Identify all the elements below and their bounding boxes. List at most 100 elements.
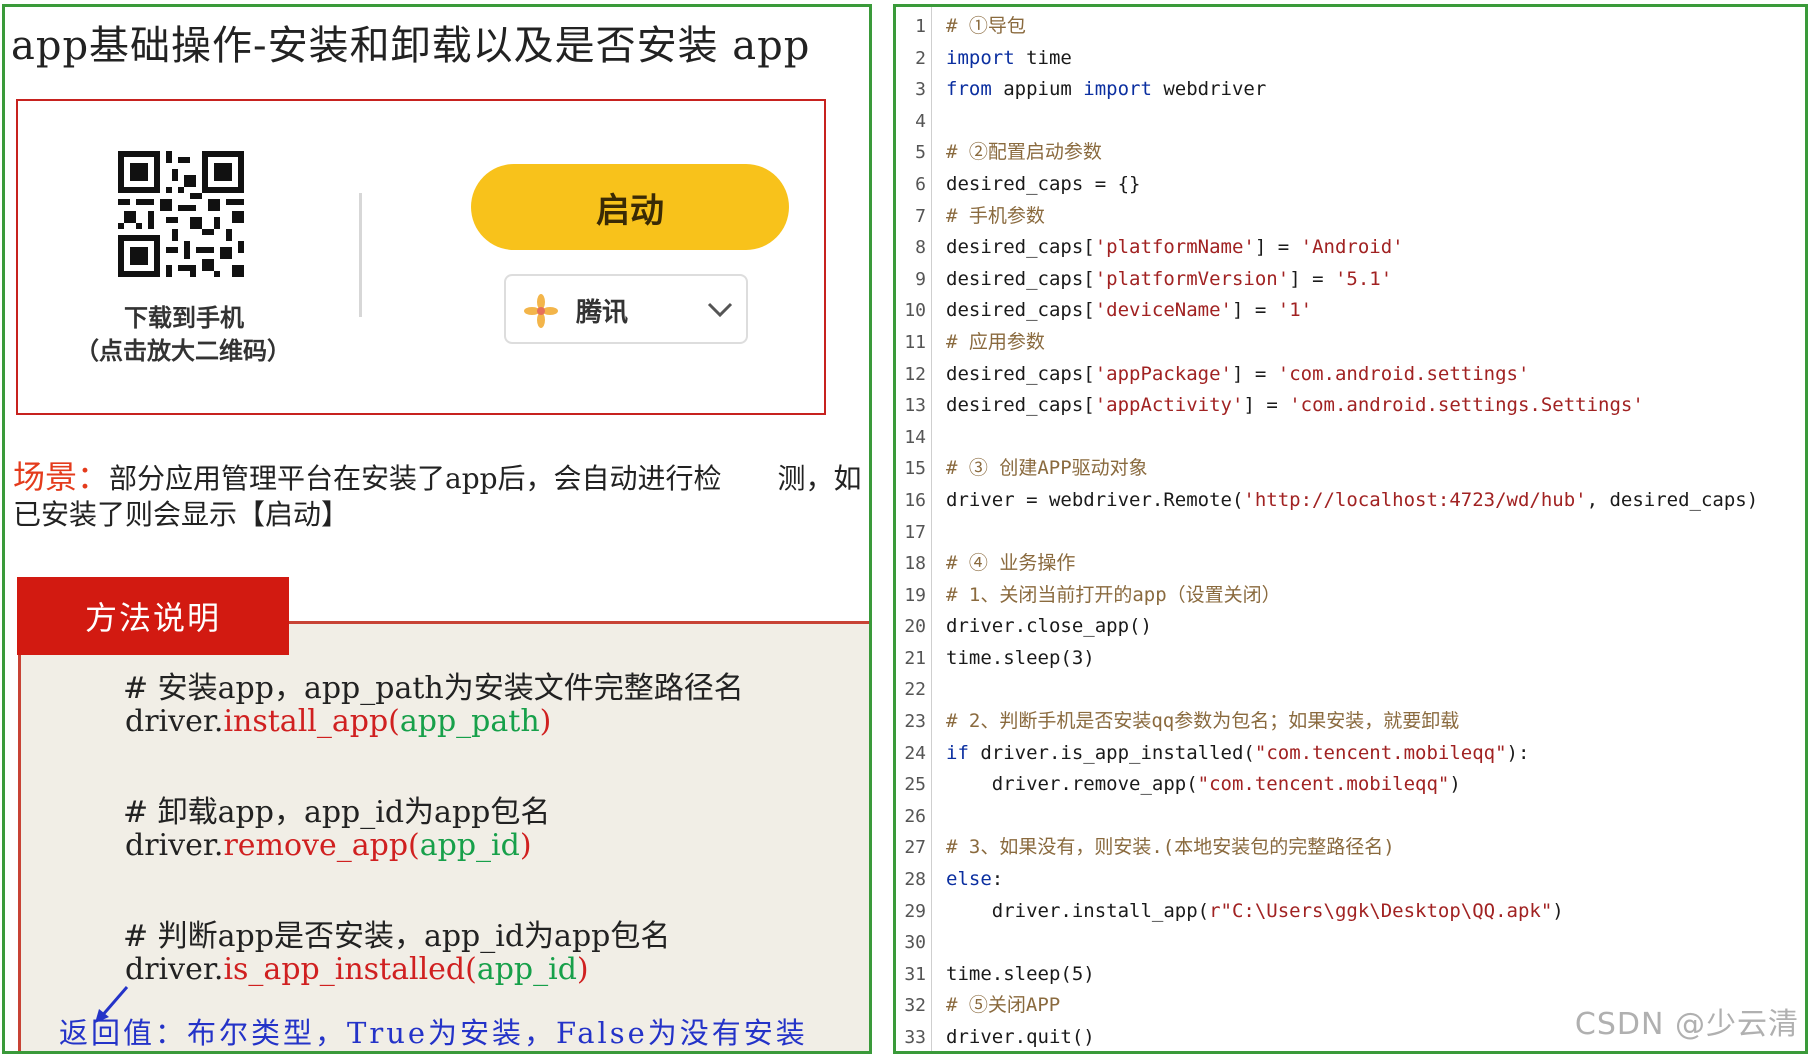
chevron-down-icon — [707, 302, 733, 318]
line-number: 23 — [904, 711, 926, 733]
code-token: driver.install_app( — [946, 899, 1210, 922]
code-text: # 1、关闭当前打开的app（设置关闭） — [946, 583, 1281, 606]
code-token: 'Android' — [1300, 236, 1404, 259]
code-token: : — [991, 868, 1004, 891]
code-token: ) — [1552, 899, 1564, 922]
code-text: driver = webdriver.Remote('http://localh… — [946, 485, 1758, 517]
method-call-installed: driver.is_app_installed(app_id) — [125, 952, 589, 987]
code-text: driver.quit() — [946, 1026, 1095, 1048]
scene-description: 场景：部分应用管理平台在安装了app后，会自动进行检 测，如已安装了则会显示【启… — [13, 458, 869, 533]
code-text: # ②配置启动参数 — [946, 141, 1102, 164]
line-number: 14 — [904, 426, 926, 448]
method-argument: app_path — [399, 704, 540, 739]
slide-panel: app基础操作-安装和卸载以及是否安装 app 下载到手机 （点击放大二维码） … — [2, 4, 872, 1054]
line-number: 29 — [904, 900, 926, 922]
line-number: 22 — [904, 679, 926, 701]
code-text: import time — [946, 43, 1072, 75]
code-text: # 3、如果没有，则安装.(本地安装包的完整路径名) — [946, 836, 1395, 859]
method-close-paren: ) — [519, 828, 532, 863]
method-comment-install: # 安装app，app_path为安装文件完整路径名 — [123, 671, 744, 706]
code-token: "com.tencent.mobileqq" — [1254, 741, 1507, 764]
code-text: driver.install_app(r"C:\Users\ggk\Deskto… — [946, 896, 1564, 928]
card-divider — [359, 193, 362, 317]
method-argument: app_id — [419, 828, 520, 863]
method-function: is_app_installed( — [223, 952, 477, 987]
line-number: 33 — [904, 1027, 926, 1048]
code-token: 'com.android.settings' — [1277, 362, 1530, 385]
code-token: r"C:\Users\ggk\Desktop\QQ.apk" — [1209, 899, 1553, 922]
method-close-paren: ) — [539, 704, 552, 739]
code-token: 'platformName' — [1094, 236, 1255, 259]
code-text: desired_caps['appActivity'] = 'com.andro… — [946, 394, 1644, 417]
code-token: driver.remove_app( — [946, 773, 1198, 796]
line-number: 25 — [904, 774, 926, 796]
code-token: "com.tencent.mobileqq" — [1197, 773, 1450, 796]
method-function: remove_app( — [223, 828, 420, 863]
code-token: if — [946, 741, 969, 764]
method-function: install_app( — [223, 704, 400, 739]
code-text: desired_caps['platformName'] = 'Android' — [946, 236, 1404, 259]
method-comment-installed: # 判断app是否安装，app_id为app包名 — [123, 919, 671, 954]
line-number: 32 — [904, 995, 926, 1017]
line-number: 31 — [904, 963, 926, 985]
line-number: 30 — [904, 932, 926, 954]
line-number: 5 — [915, 142, 926, 164]
code-text: time.sleep(5) — [946, 962, 1095, 985]
code-token: import — [946, 46, 1015, 69]
line-number: 17 — [904, 521, 926, 543]
method-comment-remove: # 卸载app，app_id为app包名 — [123, 795, 551, 830]
code-text: # ④ 业务操作 — [946, 552, 1076, 575]
code-text: # 手机参数 — [946, 204, 1045, 227]
code-token: 'appPackage' — [1094, 362, 1232, 385]
line-number: 9 — [915, 268, 926, 290]
method-argument: app_id — [476, 952, 577, 987]
code-text: driver.close_app() — [946, 615, 1152, 638]
code-editor[interactable]: 1 # ①导包 2 import time 3 from appium import we… — [893, 4, 1808, 1054]
code-text: desired_caps['deviceName'] = '1' — [946, 299, 1313, 322]
line-number: 27 — [904, 837, 926, 859]
line-number: 13 — [904, 395, 926, 417]
line-number: 18 — [904, 553, 926, 575]
code-text: driver.remove_app("com.tencent.mobileqq"… — [946, 769, 1461, 801]
launch-button[interactable]: 启动 — [471, 164, 789, 250]
method-call-remove: driver.remove_app(app_id) — [125, 828, 532, 863]
qr-code-icon[interactable] — [118, 151, 244, 277]
method-tab: 方法说明 — [17, 577, 289, 655]
method-object: driver. — [125, 952, 224, 987]
method-call-install: driver.install_app(app_path) — [125, 704, 551, 739]
code-text: desired_caps = {} — [946, 172, 1141, 195]
scene-label: 场景： — [13, 458, 110, 496]
code-text: # ③ 创建APP驱动对象 — [946, 457, 1148, 480]
method-object: driver. — [125, 828, 224, 863]
code-token: 'com.android.settings.Settings' — [1289, 394, 1644, 417]
scene-body: 部分应用管理平台在安装了app后，会自动进行检 测，如已安装了则会显示【启动】 — [13, 462, 862, 531]
slide-title: app基础操作-安装和卸载以及是否安装 app — [11, 23, 811, 69]
line-number: 28 — [904, 869, 926, 891]
code-text: desired_caps['platformVersion'] = '5.1' — [946, 267, 1393, 290]
line-number: 20 — [904, 616, 926, 638]
code-token: 'appActivity' — [1094, 394, 1244, 417]
app-download-card: 下载到手机 （点击放大二维码） 启动 腾讯 — [16, 99, 826, 415]
code-token: '1' — [1277, 299, 1313, 322]
return-value-note: 返回值：布尔类型，True为安装，False为没有安装 — [59, 1016, 808, 1050]
line-number: 15 — [904, 458, 926, 480]
source-select[interactable]: 腾讯 — [504, 274, 748, 344]
line-number: 6 — [915, 173, 926, 195]
code-text: from appium import webdriver — [946, 78, 1267, 101]
code-text: time.sleep(3) — [946, 646, 1095, 669]
code-token: 'http://localhost:4723/wd/hub' — [1243, 488, 1587, 511]
line-number: 12 — [904, 363, 926, 385]
line-number: 3 — [915, 79, 926, 101]
code-token: 'platformVersion' — [1094, 267, 1290, 290]
qr-zoom-hint[interactable]: （点击放大二维码） — [48, 331, 318, 366]
download-label: 下载到手机 — [124, 304, 244, 332]
line-number: 16 — [904, 489, 926, 511]
code-token: ) — [1449, 773, 1461, 796]
code-token: driver.is_app_installed( — [968, 741, 1255, 764]
line-number: 21 — [904, 647, 926, 669]
watermark: CSDN @少云清 — [1574, 1007, 1799, 1042]
line-number: 2 — [915, 47, 926, 69]
code-token: else — [946, 868, 992, 891]
code-text: else: — [946, 864, 1003, 896]
code-text: # ⑤关闭APP — [946, 994, 1061, 1017]
